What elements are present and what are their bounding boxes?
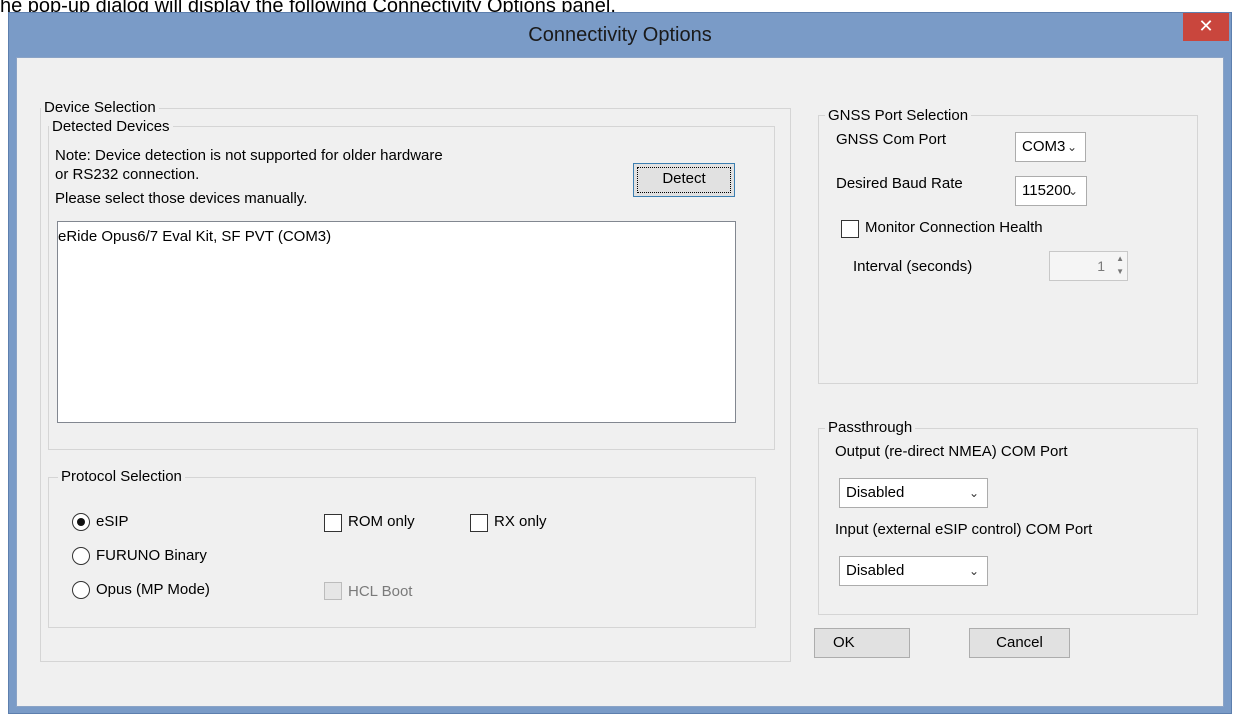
- ok-button[interactable]: OK: [814, 628, 910, 658]
- output-com-port-value: Disabled: [846, 484, 905, 501]
- detected-devices-list[interactable]: eRide Opus6/7 Eval Kit, SF PVT (COM3): [57, 221, 736, 423]
- detection-note-line-3: Please select those devices manually.: [55, 190, 308, 207]
- detect-button-label: Detect: [637, 167, 731, 193]
- rom-only-checkbox[interactable]: [324, 514, 342, 532]
- chevron-down-icon: ⌄: [1067, 184, 1078, 198]
- rx-only-label: RX only: [494, 513, 547, 530]
- gnss-port-selection-legend: GNSS Port Selection: [825, 107, 972, 125]
- gnss-com-port-value: COM3: [1022, 138, 1066, 155]
- connectivity-options-window: Connectivity Options ✕ Device Selection …: [8, 12, 1232, 714]
- esip-radio-label: eSIP: [96, 513, 129, 530]
- detection-note-line-2: or RS232 connection.: [55, 166, 200, 183]
- gnss-port-selection-group: [818, 115, 1198, 384]
- interval-value: 1: [1097, 258, 1105, 274]
- hcl-boot-label: HCL Boot: [348, 583, 413, 600]
- passthrough-legend: Passthrough: [825, 419, 916, 437]
- output-com-port-label: Output (re-direct NMEA) COM Port: [835, 443, 1068, 460]
- spin-down-icon: ▼: [1116, 267, 1124, 276]
- spin-up-icon: ▲: [1116, 254, 1124, 263]
- chevron-down-icon: ⌄: [1066, 140, 1077, 154]
- gnss-com-port-dropdown[interactable]: COM3 ⌄: [1015, 132, 1086, 162]
- close-icon: ✕: [1198, 16, 1214, 36]
- monitor-connection-health-checkbox[interactable]: [841, 220, 859, 238]
- output-com-port-dropdown[interactable]: Disabled ⌄: [839, 478, 988, 508]
- baud-rate-label: Desired Baud Rate: [836, 175, 963, 192]
- baud-rate-dropdown[interactable]: 115200 ⌄: [1015, 176, 1087, 206]
- hcl-boot-checkbox: [324, 582, 342, 600]
- chevron-down-icon: ⌄: [968, 564, 979, 578]
- gnss-com-port-label: GNSS Com Port: [836, 131, 947, 148]
- cancel-button[interactable]: Cancel: [969, 628, 1070, 658]
- input-com-port-value: Disabled: [846, 562, 905, 579]
- detected-devices-legend: Detected Devices: [49, 118, 173, 136]
- baud-rate-value: 115200: [1022, 182, 1071, 199]
- close-button[interactable]: ✕: [1183, 13, 1229, 41]
- window-title: Connectivity Options: [528, 24, 712, 46]
- input-com-port-dropdown[interactable]: Disabled ⌄: [839, 556, 988, 586]
- interval-label: Interval (seconds): [853, 258, 973, 275]
- interval-spinbox: 1 ▲ ▼: [1049, 251, 1128, 281]
- furuno-binary-radio[interactable]: [72, 547, 90, 565]
- opus-mp-mode-radio[interactable]: [72, 581, 90, 599]
- detection-note-line-1: Note: Device detection is not supported …: [55, 147, 443, 164]
- device-selection-legend: Device Selection: [41, 99, 159, 117]
- detect-button[interactable]: Detect: [633, 163, 735, 197]
- rx-only-checkbox[interactable]: [470, 514, 488, 532]
- opus-mp-mode-radio-label: Opus (MP Mode): [96, 581, 210, 598]
- furuno-binary-radio-label: FURUNO Binary: [96, 547, 207, 564]
- rom-only-label: ROM only: [348, 513, 415, 530]
- protocol-selection-legend: Protocol Selection: [58, 468, 185, 486]
- chevron-down-icon: ⌄: [968, 486, 979, 500]
- esip-radio[interactable]: [72, 513, 90, 531]
- input-com-port-label: Input (external eSIP control) COM Port: [835, 521, 1093, 538]
- list-item[interactable]: eRide Opus6/7 Eval Kit, SF PVT (COM3): [58, 228, 331, 246]
- dialog-client-area: Device Selection Detected Devices Note: …: [16, 57, 1224, 707]
- monitor-connection-health-label: Monitor Connection Health: [865, 219, 1043, 236]
